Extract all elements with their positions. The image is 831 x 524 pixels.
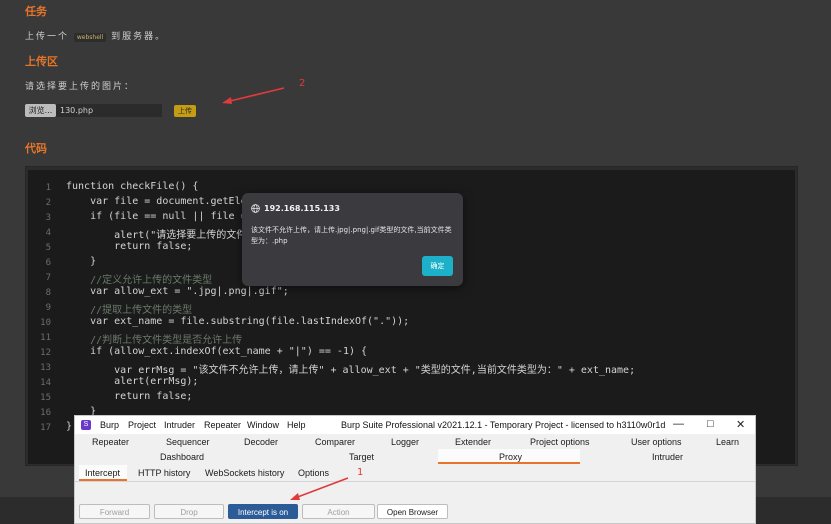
line-number: 2 [45, 198, 51, 208]
upload-prompt: 请选择要上传的图片： [25, 82, 136, 92]
tab-logger[interactable]: Logger [391, 437, 419, 447]
annotation-label-2: 2 [299, 78, 306, 89]
code-line: function checkFile() { [66, 181, 199, 192]
task-title: 任务 [25, 5, 47, 18]
tab-decoder[interactable]: Decoder [244, 437, 278, 447]
burp-window: S Burp Project Intruder Repeater Window … [74, 415, 756, 524]
tab-dashboard[interactable]: Dashboard [160, 452, 204, 462]
close-icon[interactable]: ✕ [736, 418, 745, 431]
tab-project-options[interactable]: Project options [530, 437, 590, 447]
code-comment: //定义允许上传的文件类型 [66, 275, 213, 286]
line-number: 17 [40, 423, 51, 433]
code-line: return false; [66, 391, 193, 402]
line-number: 1 [45, 183, 51, 193]
code-line: alert(errMsg); [66, 376, 199, 387]
tab-target[interactable]: Target [349, 452, 374, 462]
burp-logo-icon: S [81, 420, 91, 430]
open-browser-button[interactable]: Open Browser [377, 504, 448, 519]
line-number: 9 [45, 303, 51, 313]
menu-project[interactable]: Project [128, 420, 156, 430]
line-number: 4 [45, 228, 51, 238]
menu-repeater[interactable]: Repeater [204, 420, 241, 430]
tab-user-options[interactable]: User options [631, 437, 682, 447]
line-number: 13 [40, 363, 51, 373]
code-comment: //提取上传文件的类型 [66, 305, 193, 316]
tab-repeater[interactable]: Repeater [92, 437, 129, 447]
dialog-message: 该文件不允许上传，请上传.jpg|.png|.gif类型的文件,当前文件类型为：… [251, 226, 452, 245]
tab-extender[interactable]: Extender [455, 437, 491, 447]
menu-intruder[interactable]: Intruder [164, 420, 195, 430]
tab-comparer[interactable]: Comparer [315, 437, 355, 447]
subtab-intercept[interactable]: Intercept [85, 468, 120, 478]
line-number: 5 [45, 243, 51, 253]
dialog-ok-button[interactable]: 确定 [422, 256, 453, 276]
task-tag: webshell [73, 33, 107, 42]
subtab-http-history[interactable]: HTTP history [138, 468, 190, 478]
task-text: 上传一个 webshell 到服务器。 [25, 29, 166, 42]
tab-sequencer[interactable]: Sequencer [166, 437, 210, 447]
line-number: 11 [40, 333, 51, 343]
alert-dialog: 192.168.115.133 该文件不允许上传，请上传.jpg|.png|.g… [242, 193, 463, 286]
code-line: var errMsg = "该文件不允许上传，请上传" + allow_ext … [66, 365, 636, 376]
code-line: var allow_ext = ".jpg|.png|.gif"; [66, 286, 289, 297]
browse-button[interactable]: 浏览... [25, 104, 56, 117]
action-button[interactable]: Action [302, 504, 375, 519]
upload-button[interactable]: 上传 [174, 105, 196, 117]
tab-learn[interactable]: Learn [716, 437, 739, 447]
code-line: } [66, 421, 73, 432]
task-text-pre: 上传一个 [25, 32, 70, 42]
code-line: return false; [66, 241, 193, 252]
dialog-host: 192.168.115.133 [264, 204, 340, 213]
maximize-icon[interactable]: □ [707, 418, 714, 430]
upload-title: 上传区 [25, 55, 58, 68]
line-number: 10 [40, 318, 51, 328]
menu-window[interactable]: Window [247, 420, 279, 430]
line-number: 16 [40, 408, 51, 418]
code-line: var ext_name = file.substring(file.lastI… [66, 316, 410, 327]
menu-burp[interactable]: Burp [100, 420, 119, 430]
code-comment: //判断上传文件类型是否允许上传 [66, 335, 243, 346]
line-number: 6 [45, 258, 51, 268]
menu-help[interactable]: Help [287, 420, 306, 430]
line-number: 7 [45, 273, 51, 283]
line-number: 12 [40, 348, 51, 358]
code-line: } [66, 256, 97, 267]
line-number: 14 [40, 378, 51, 388]
task-text-post: 到服务器。 [111, 32, 167, 42]
tab-intruder[interactable]: Intruder [652, 452, 683, 462]
burp-title-bar: S Burp Project Intruder Repeater Window … [75, 416, 755, 434]
drop-button[interactable]: Drop [154, 504, 224, 519]
code-line: alert("请选择要上传的文件 [66, 230, 247, 241]
forward-button[interactable]: Forward [79, 504, 150, 519]
annotation-arrow-2 [222, 87, 285, 104]
tab-proxy[interactable]: Proxy [499, 452, 522, 462]
globe-icon [251, 204, 260, 213]
annotation-label-1: 1 [357, 467, 364, 478]
line-number: 8 [45, 288, 51, 298]
annotation-arrow-1 [290, 477, 349, 500]
subtab-websockets-history[interactable]: WebSockets history [205, 468, 284, 478]
code-line: var file = document.getElem [66, 196, 253, 207]
file-name-display: 130.php [56, 104, 162, 117]
code-line: if (file == null || file == [66, 211, 253, 222]
minimize-icon[interactable]: — [673, 418, 684, 430]
burp-window-caption: Burp Suite Professional v2021.12.1 - Tem… [341, 420, 666, 430]
subtab-divider [75, 481, 755, 482]
code-title: 代码 [25, 142, 47, 155]
intercept-toggle-button[interactable]: Intercept is on [228, 504, 298, 519]
code-line: if (allow_ext.indexOf(ext_name + "|") ==… [66, 346, 368, 357]
line-number: 15 [40, 393, 51, 403]
line-number: 3 [45, 213, 51, 223]
